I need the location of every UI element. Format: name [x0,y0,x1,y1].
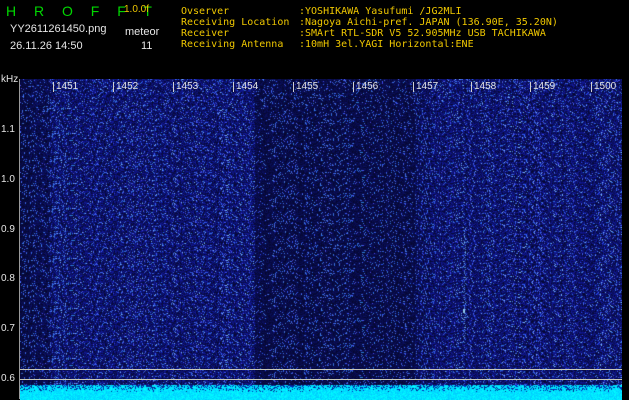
time-tick-label: 1455 [296,81,319,92]
observer-value: :YOSHIKAWA Yasufumi /JG2MLI [299,6,462,17]
reference-line-lower [20,379,622,380]
y-tick-label: 0.9 [1,224,15,235]
frequency-axis-line [19,79,20,399]
y-tick-label: 1.1 [1,124,15,135]
time-tick-mark [591,82,592,92]
receiver-value: :SMArt RTL-SDR V5 52.905MHz USB TACHIKAW… [299,28,546,39]
y-tick-label: 1.0 [1,174,15,185]
time-tick-label: 1459 [533,81,556,92]
time-tick-label: 1454 [236,81,259,92]
time-tick-mark [53,82,54,92]
time-tick-label: 1453 [176,81,199,92]
y-tick-label: 0.7 [1,323,15,334]
filename-label: YY2611261450.png [10,23,107,35]
receiver-row: Receiver :SMArt RTL-SDR V5 52.905MHz USB … [181,28,558,39]
count-label: 11 [141,40,153,52]
mode-label: meteor [125,26,160,38]
antenna-row: Receiving Antenna :10mH 3el.YAGI Horizont… [181,39,558,50]
receiver-label: Receiver [181,28,230,39]
station-info-panel: Ovserver :YOSHIKAWA Yasufumi /JG2MLI Rece… [181,6,558,50]
y-axis-unit: kHz [1,74,19,85]
spectrogram-canvas [20,79,622,400]
time-tick-mark [293,82,294,92]
time-tick-mark [173,82,174,92]
time-tick-mark [471,82,472,92]
reference-line-upper [20,369,622,370]
location-value: :Nagoya Aichi-pref. JAPAN (136.90E, 35.2… [299,17,558,28]
time-tick-label: 1458 [474,81,497,92]
version-label: 1.0.0f [124,4,150,15]
time-tick-label: 1451 [56,81,79,92]
time-tick-mark [413,82,414,92]
time-tick-mark [353,82,354,92]
time-tick-mark [233,82,234,92]
antenna-label: Receiving Antenna [181,39,284,50]
y-tick-label: 0.6 [1,373,15,384]
time-tick-mark [530,82,531,92]
location-label: Receiving Location [181,17,290,28]
time-tick-label: 1452 [116,81,139,92]
observer-row: Ovserver :YOSHIKAWA Yasufumi /JG2MLI [181,6,558,17]
time-tick-label: 1456 [356,81,379,92]
time-tick-label: 1500 [594,81,617,92]
time-tick-mark [113,82,114,92]
y-tick-label: 0.8 [1,273,15,284]
location-row: Receiving Location :Nagoya Aichi-pref. JA… [181,17,558,28]
observer-label: Ovserver [181,6,230,17]
timestamp-label: 26.11.26 14:50 [10,40,83,52]
time-tick-label: 1457 [416,81,439,92]
antenna-value: :10mH 3el.YAGI Horizontal:ENE [299,39,474,50]
